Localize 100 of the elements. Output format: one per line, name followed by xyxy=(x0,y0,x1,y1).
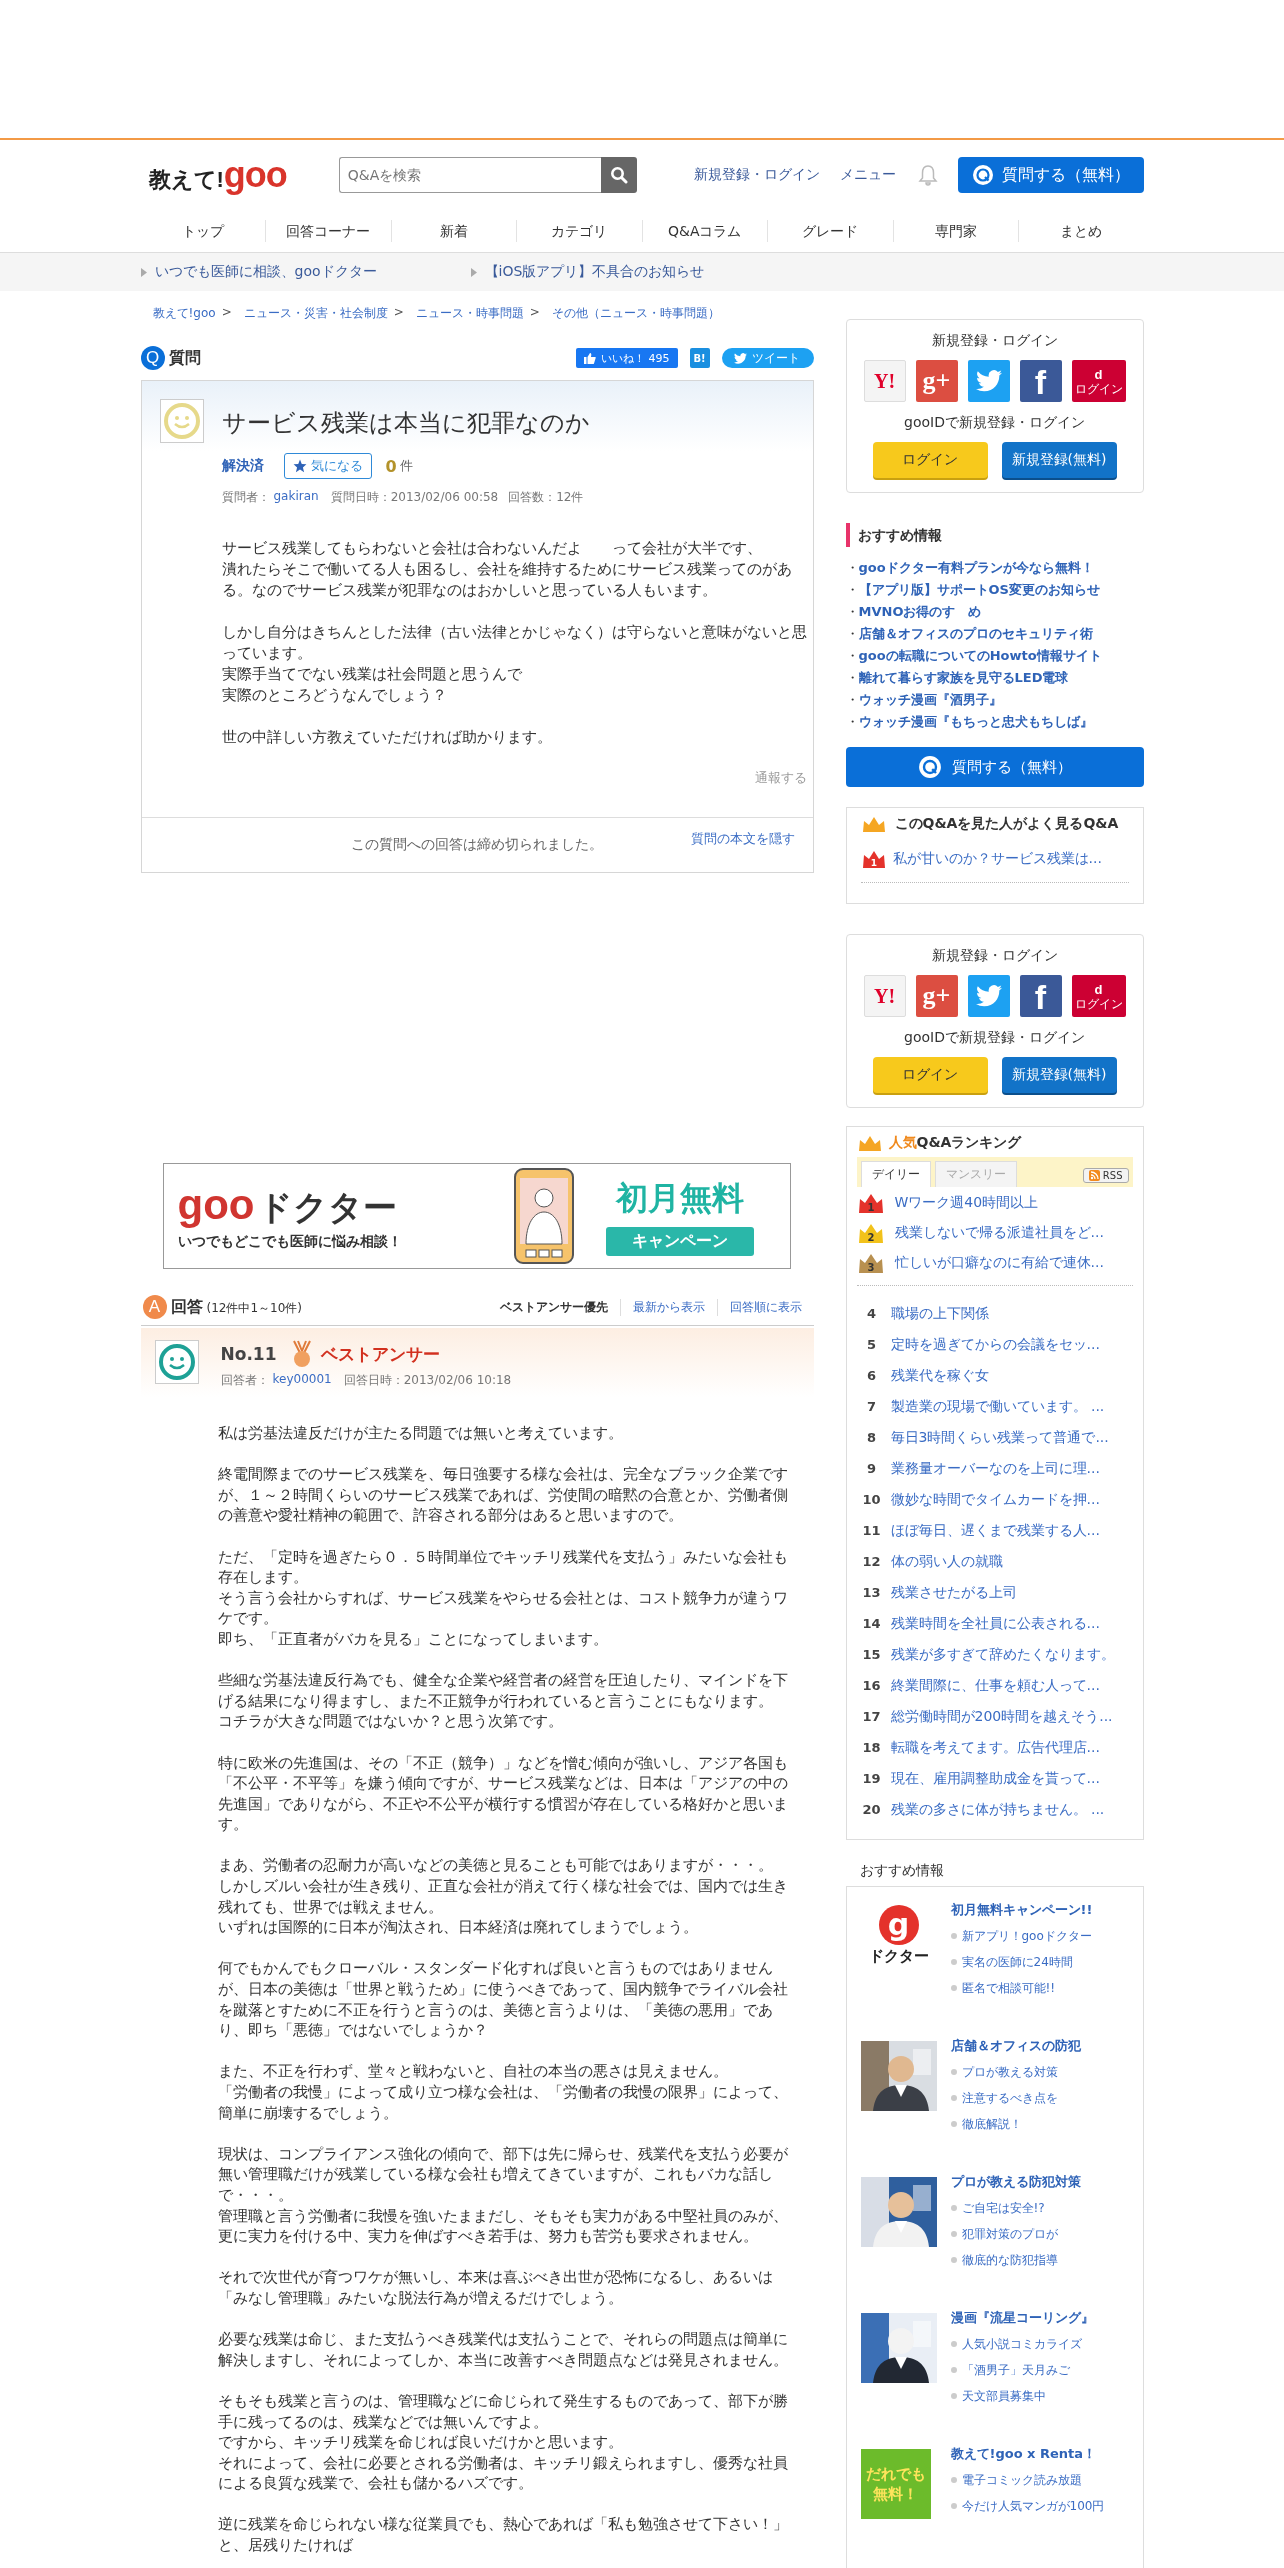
recommend-link[interactable]: ウォッチ漫画『酒男子』 xyxy=(858,689,1002,711)
ranking-link[interactable]: 残業の多さに体が持ちません。 ... xyxy=(890,1800,1105,1819)
ranking-link[interactable]: 終業間際に、仕事を頼む人って... xyxy=(890,1676,1100,1695)
nav-tab[interactable]: まとめ xyxy=(1018,220,1144,242)
ranking-tab[interactable]: デイリー xyxy=(860,1161,931,1187)
hide-body-link[interactable]: 質問の本文を隠す xyxy=(690,830,795,848)
login-button[interactable]: ログイン xyxy=(872,1057,988,1093)
feature-link[interactable]: 新アプリ！gooドクター xyxy=(961,1927,1092,1945)
ranking-link[interactable]: 職場の上下関係 xyxy=(890,1304,989,1323)
nav-tab[interactable]: グレード xyxy=(767,220,893,242)
ranking-link[interactable]: 製造業の現場で働いています。 ... xyxy=(890,1397,1105,1416)
feature-title[interactable]: 教えて!goo x Renta！ xyxy=(950,2445,1105,2463)
breadcrumb-link[interactable]: 教えて!goo xyxy=(152,305,216,322)
ranking-link[interactable]: 総労働時間が200時間を越えそう... xyxy=(890,1707,1113,1726)
feature-link[interactable]: 「酒男子」天月みご xyxy=(961,2361,1070,2379)
social-login-button[interactable]: f xyxy=(1019,360,1062,402)
ranking-link[interactable]: 微妙な時間でタイムカードを押... xyxy=(890,1490,1100,1509)
sort-link[interactable]: 回答順に表示 xyxy=(716,1298,814,1316)
nav-tab[interactable]: 新着 xyxy=(390,220,516,242)
ranking-link[interactable]: 残業が多すぎて辞めたくなります。 xyxy=(890,1645,1115,1664)
social-login-button[interactable]: d ログイン xyxy=(1071,360,1126,402)
recommend-link[interactable]: gooドクター有料プランが今なら無料！ xyxy=(858,557,1094,579)
breadcrumb-link[interactable]: ニュース・災害・社会制度 xyxy=(243,305,388,322)
nav-tab[interactable]: カテゴリ xyxy=(516,220,642,242)
bookmark-button[interactable]: B! xyxy=(689,348,710,368)
breadcrumb-link[interactable]: その他（ニュース・時事問題） xyxy=(551,305,720,322)
watch-button[interactable]: 気になる xyxy=(283,453,372,479)
sort-link[interactable]: 最新から表示 xyxy=(619,1298,717,1316)
social-login-button[interactable]: d ログイン xyxy=(1071,975,1126,1017)
rss-button[interactable]: RSS xyxy=(1082,1168,1129,1183)
sort-link[interactable]: ベストアンサー優先 xyxy=(487,1298,620,1316)
ranking-link[interactable]: 忙しいが口癖なのに有給で連休... xyxy=(894,1254,1104,1272)
ask-question-button[interactable]: 質問する（無料） xyxy=(845,747,1144,787)
breadcrumb-link[interactable]: ニュース・時事問題 xyxy=(415,305,524,322)
user-link[interactable]: key00001 xyxy=(272,1372,332,1389)
ranking-link[interactable]: 残業させたがる上司 xyxy=(890,1583,1017,1602)
ranking-link[interactable]: 毎日3時間くらい残業って普通で... xyxy=(890,1428,1109,1447)
feature-link[interactable]: 実名の医師に24時間 xyxy=(961,1953,1073,1971)
feature-title[interactable]: 漫画『流星コーリング』 xyxy=(950,2309,1094,2327)
feature-link[interactable]: 人気小説コミカライズ xyxy=(961,2335,1082,2353)
header-link[interactable]: 新規登録・ログイン xyxy=(693,166,820,184)
answer-text: コチラが大きな問題ではないか？と思う次第です。 xyxy=(217,1711,564,1732)
notice-link[interactable]: いつでも医師に相談、gooドクター xyxy=(154,263,377,281)
ranking-link[interactable]: 残業時間を全社員に公表される... xyxy=(890,1614,1100,1633)
ad-banner[interactable]: goo ドクター いつでもどこでも医師に悩み相談！ 初月無料 キャンペーン xyxy=(162,1163,791,1269)
login-button[interactable]: ログイン xyxy=(872,442,988,478)
ranking-link[interactable]: Wワーク週40時間以上 xyxy=(894,1194,1039,1212)
recommend-link[interactable]: 離れて暮らす家族を見守るLED電球 xyxy=(858,667,1069,689)
user-link[interactable]: gakiran xyxy=(273,489,319,506)
feature-link[interactable]: 徹底的な防犯指導 xyxy=(961,2251,1058,2269)
ask-question-button[interactable]: 質問する（無料） xyxy=(957,157,1144,193)
bell-icon[interactable] xyxy=(917,164,938,186)
social-login-button[interactable]: g+ xyxy=(915,360,958,402)
recommend-link[interactable]: ウォッチ漫画『もちっと忠犬もちしば』 xyxy=(858,711,1093,733)
feature-link[interactable]: 今だけ人気マンガが100円 xyxy=(961,2497,1105,2515)
tweet-button[interactable]: ツイート xyxy=(721,348,814,368)
site-logo[interactable]: 教えて!goo xyxy=(148,154,287,196)
feature-title[interactable]: 店舗＆オフィスの防犯 xyxy=(950,2037,1081,2055)
answer-text: 終電間際までのサービス残業を、毎日強要する様な会社は、完全なブラック企業ですが、１～２時間くらいのサービス残業であれば、労使間の暗黙の合意とか、労働者側の善意や愛社精神の範囲で、許容される部分はあると思いますので。 xyxy=(217,1464,789,1526)
nav-tab[interactable]: トップ xyxy=(140,220,265,242)
feature-link[interactable]: 匿名で相談可能!! xyxy=(961,1979,1056,1997)
recommend-link[interactable]: gooの転職についてのHowto情報サイト xyxy=(858,645,1102,667)
register-button[interactable]: 新規登録(無料) xyxy=(1001,1057,1117,1093)
feature-link[interactable]: 犯罪対策のプロが xyxy=(961,2225,1058,2243)
ranking-link[interactable]: 転職を考えてます。広告代理店... xyxy=(890,1738,1100,1757)
feature-title[interactable]: 初月無料キャンペーン!! xyxy=(950,1901,1093,1919)
feature-link[interactable]: 注意するべき点を xyxy=(961,2089,1058,2107)
ranking-link[interactable]: ほぼ毎日、遅くまで残業する人... xyxy=(890,1521,1100,1540)
feature-link[interactable]: ご自宅は安全!? xyxy=(961,2199,1045,2217)
ranking-link[interactable]: 残業代を稼ぐ女 xyxy=(890,1366,989,1385)
social-login-button[interactable]: Y! xyxy=(863,360,906,402)
feature-link[interactable]: 電子コミック読み放題 xyxy=(961,2471,1082,2489)
social-login-button[interactable]: g+ xyxy=(915,975,958,1017)
register-button[interactable]: 新規登録(無料) xyxy=(1001,442,1117,478)
feature-link[interactable]: 天文部員募集中 xyxy=(961,2387,1046,2405)
report-link[interactable]: 通報する xyxy=(754,769,807,809)
notice-link[interactable]: 【iOS版アプリ】不具合のお知らせ xyxy=(484,263,705,281)
feature-link[interactable]: プロが教える対策 xyxy=(961,2063,1058,2081)
social-login-button[interactable] xyxy=(967,360,1010,402)
recommend-link[interactable]: MVNOお得のす め xyxy=(858,601,982,623)
nav-tab[interactable]: 専門家 xyxy=(892,220,1018,242)
ranking-link[interactable]: 体の弱い人の就職 xyxy=(890,1552,1003,1571)
search-field[interactable]: Q&Aを検索 xyxy=(338,157,601,193)
social-login-button[interactable]: Y! xyxy=(863,975,906,1017)
social-login-button[interactable] xyxy=(967,975,1010,1017)
ranking-link[interactable]: 残業しないで帰る派遣社員をど... xyxy=(894,1224,1104,1242)
social-login-button[interactable]: f xyxy=(1019,975,1062,1017)
like-button[interactable]: いいね！ 495 xyxy=(576,348,678,368)
related-link[interactable]: 私が甘いのか？サービス残業は... xyxy=(892,850,1102,868)
recommend-link[interactable]: 【アプリ版】サポートOS変更のお知らせ xyxy=(858,579,1100,601)
nav-tab[interactable]: Q&Aコラム xyxy=(641,220,767,242)
header-link[interactable]: メニュー xyxy=(839,166,896,184)
ranking-link[interactable]: 定時を過ぎてからの会議をセッ... xyxy=(890,1335,1100,1354)
search-button[interactable] xyxy=(600,157,637,193)
recommend-link[interactable]: 店舗＆オフィスのプロのセキュリティ術 xyxy=(858,623,1093,645)
nav-tab[interactable]: 回答コーナー xyxy=(265,220,391,242)
ranking-link[interactable]: 現在、雇用調整助成金を貰って... xyxy=(890,1769,1100,1788)
ranking-link[interactable]: 業務量オーバーなのを上司に理... xyxy=(890,1459,1100,1478)
feature-link[interactable]: 徹底解説！ xyxy=(961,2115,1022,2133)
feature-title[interactable]: プロが教える防犯対策 xyxy=(950,2173,1081,2191)
